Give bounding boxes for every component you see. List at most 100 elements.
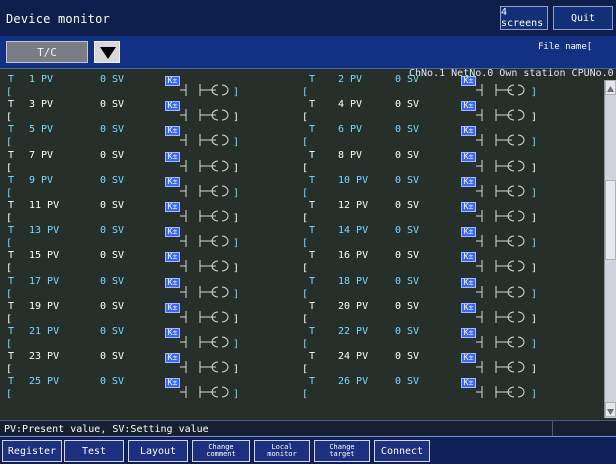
bracket-close: ] — [531, 339, 538, 350]
setting-value: 0 SV — [100, 326, 125, 337]
device-prefix: T — [309, 149, 316, 161]
bracket-open: [ — [302, 238, 309, 250]
device-row: T[7 PV 0 SV K±] T[8 PV 0 SV K±] — [0, 150, 604, 181]
device-prefix: T — [8, 300, 15, 312]
present-value: 25 PV — [29, 376, 60, 388]
device-prefix: T — [309, 250, 316, 262]
setting-value: 0 SV — [100, 250, 125, 262]
device-row: T[25 PV 0 SV K±] T[26 PV 0 SV K±] — [0, 376, 604, 407]
bracket-close: ] — [233, 364, 240, 376]
coil-icon — [476, 336, 525, 348]
setting-value: 0 SV — [395, 250, 420, 262]
coil-icon — [476, 310, 525, 323]
triangle-down-icon — [100, 47, 116, 59]
device-dropdown-button[interactable] — [94, 41, 120, 63]
bottom-button-connect[interactable]: Connect — [374, 440, 430, 462]
legend-divider — [552, 421, 553, 437]
bracket-close: ] — [531, 364, 538, 376]
bracket-open: [ — [6, 339, 13, 350]
window-title: Device monitor — [6, 12, 110, 26]
button-label-line: comment — [206, 450, 236, 458]
present-value: 15 PV — [29, 250, 60, 262]
device-prefix: T — [8, 200, 15, 211]
present-value: 9 PV — [29, 174, 54, 186]
bracket-close: ] — [233, 263, 240, 275]
button-label-line: monitor — [267, 450, 297, 458]
setting-value: 0 SV — [395, 99, 420, 111]
present-value: 5 PV — [29, 124, 54, 136]
device-row: T[13 PV 0 SV K±] T[14 PV 0 SV K±] — [0, 225, 604, 256]
scroll-thumb[interactable] — [605, 180, 616, 260]
setting-value: 0 SV — [395, 225, 420, 237]
device-prefix: T — [8, 275, 15, 287]
bracket-open: [ — [6, 112, 13, 124]
device-prefix: T — [309, 275, 316, 287]
setting-value: 0 SV — [100, 149, 125, 161]
setting-value: 0 SV — [100, 200, 125, 211]
bracket-open: [ — [6, 238, 13, 250]
present-value: 1 PV — [29, 74, 54, 85]
bottom-button-test[interactable]: Test — [64, 440, 124, 462]
four-screens-button[interactable]: 4 screens — [500, 6, 548, 30]
bracket-close: ] — [531, 112, 538, 124]
bottom-button-change-comment[interactable]: Change comment — [192, 440, 250, 462]
coil-icon — [476, 210, 525, 222]
bottom-button-change-target[interactable]: Change target — [314, 440, 370, 462]
device-row: T[3 PV 0 SV K±] T[4 PV 0 SV K±] — [0, 99, 604, 130]
vertical-scrollbar[interactable] — [604, 80, 616, 418]
present-value: 20 PV — [338, 300, 369, 312]
present-value: 16 PV — [338, 250, 369, 262]
device-prefix: T — [8, 376, 15, 388]
present-value: 8 PV — [338, 149, 363, 161]
setting-value: 0 SV — [100, 351, 125, 363]
bracket-open: [ — [302, 364, 309, 376]
present-value: 6 PV — [338, 124, 363, 136]
bracket-close: ] — [531, 238, 538, 250]
setting-value: 0 SV — [395, 124, 420, 136]
bracket-close: ] — [233, 339, 240, 350]
bottom-button-local-monitor[interactable]: Local monitor — [254, 440, 310, 462]
quit-button[interactable]: Quit — [553, 6, 613, 30]
bracket-open: [ — [6, 87, 13, 98]
bracket-close: ] — [531, 87, 538, 98]
setting-value: 0 SV — [395, 300, 420, 312]
bracket-open: [ — [6, 263, 13, 275]
present-value: 24 PV — [338, 351, 369, 363]
bracket-close: ] — [531, 162, 538, 174]
present-value: 21 PV — [29, 326, 60, 337]
device-prefix: T — [8, 174, 15, 186]
device-prefix: T — [8, 149, 15, 161]
device-type-select[interactable]: T/C — [6, 41, 88, 63]
bracket-close: ] — [233, 288, 240, 300]
setting-value: 0 SV — [100, 174, 125, 186]
bracket-close: ] — [531, 187, 538, 199]
legend-text: PV:Present value, SV:Setting value — [4, 424, 209, 435]
bottom-button-register[interactable]: Register — [2, 440, 62, 462]
device-row: T[1 PV 0 SV K±] T[2 PV 0 SV K±] — [0, 74, 604, 105]
device-row: T[9 PV 0 SV K±] T[10 PV 0 SV K±] — [0, 175, 604, 206]
setting-value: 0 SV — [100, 300, 125, 312]
device-row: T[23 PV 0 SV K±] T[24 PV 0 SV K±] — [0, 351, 604, 382]
present-value: 10 PV — [338, 174, 369, 186]
coil-icon — [476, 386, 525, 399]
device-prefix: T — [309, 225, 316, 237]
scroll-up-icon[interactable] — [605, 80, 616, 95]
bracket-close: ] — [531, 389, 538, 401]
bracket-close: ] — [233, 187, 240, 199]
bracket-close: ] — [233, 238, 240, 250]
bracket-open: [ — [302, 389, 309, 401]
scroll-down-icon[interactable] — [605, 402, 616, 417]
coil-icon — [476, 285, 525, 298]
device-prefix: T — [8, 326, 15, 337]
present-value: 13 PV — [29, 225, 60, 237]
bottom-button-layout[interactable]: Layout — [128, 440, 188, 462]
setting-value: 0 SV — [395, 326, 420, 337]
device-row: T[17 PV 0 SV K±] T[18 PV 0 SV K±] — [0, 276, 604, 307]
bracket-open: [ — [6, 313, 13, 325]
setting-value: 0 SV — [395, 149, 420, 161]
bracket-open: [ — [6, 162, 13, 174]
present-value: 12 PV — [338, 200, 369, 211]
device-prefix: T — [309, 99, 316, 111]
setting-value: 0 SV — [100, 74, 125, 85]
bracket-open: [ — [302, 288, 309, 300]
